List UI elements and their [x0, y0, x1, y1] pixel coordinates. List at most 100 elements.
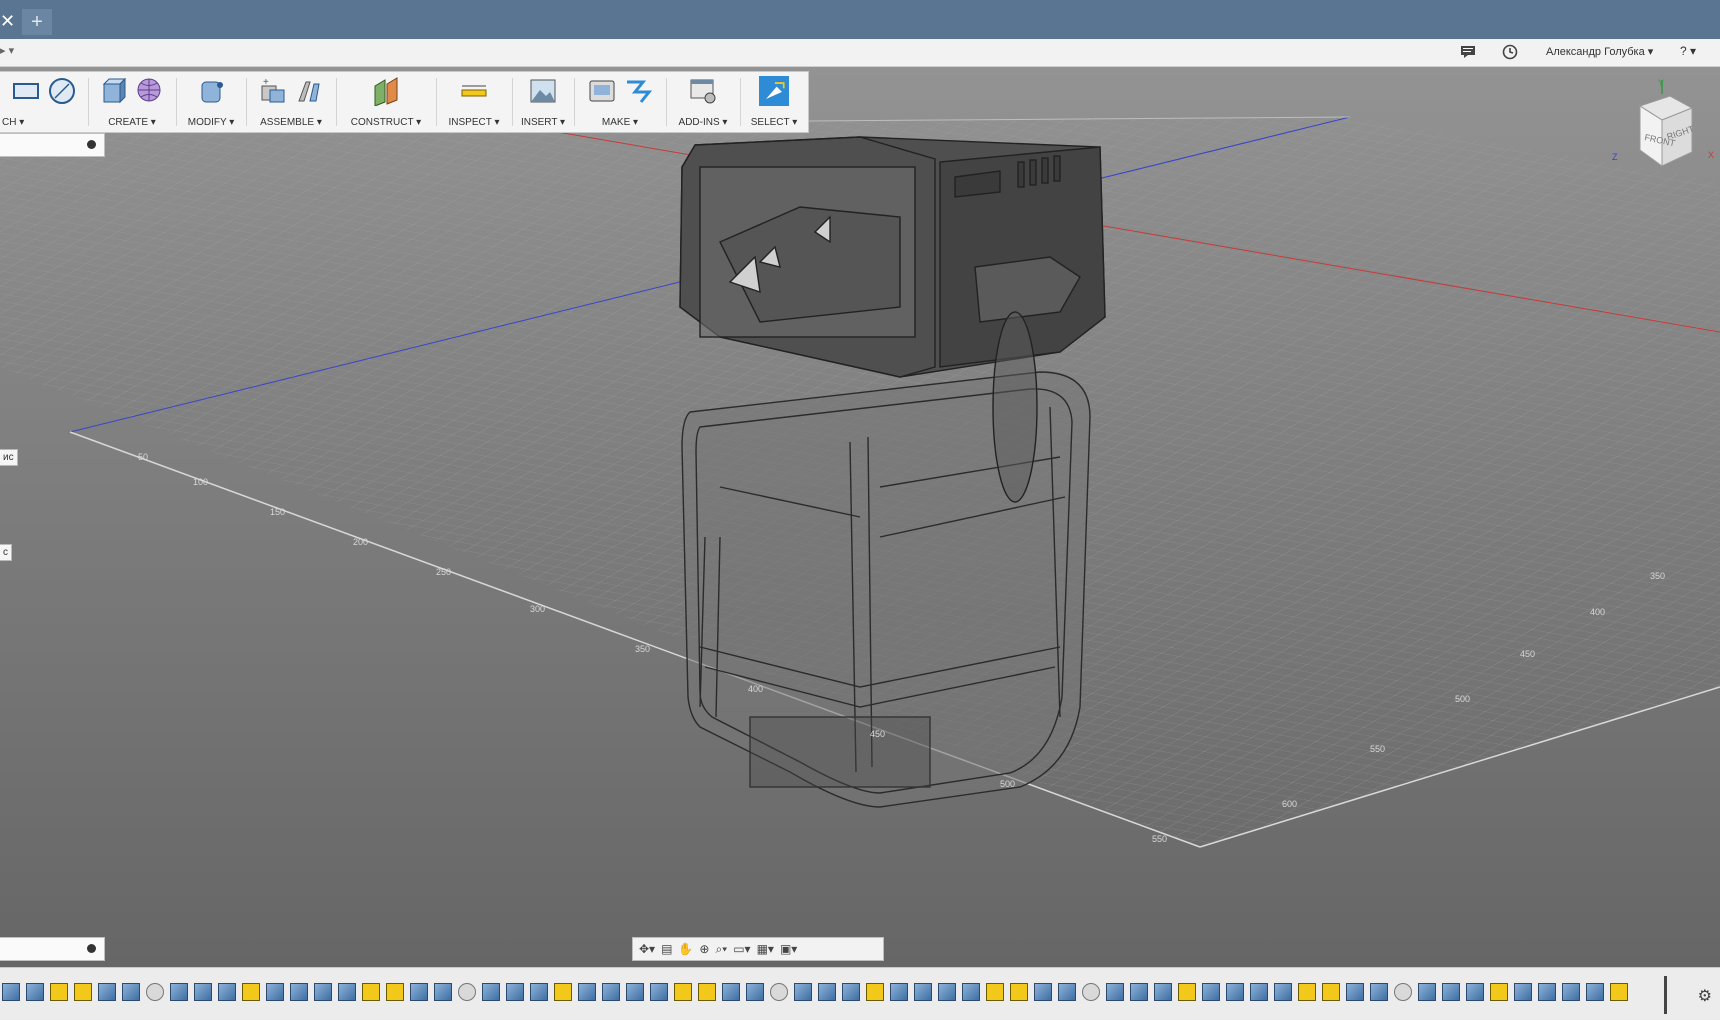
timeline-feature-icon[interactable]	[1082, 983, 1100, 1001]
timeline-feature-icon[interactable]	[1106, 983, 1124, 1001]
select-menu-label[interactable]: SELECT ▾	[742, 117, 806, 128]
timeline-feature-icon[interactable]	[1130, 983, 1148, 1001]
3d-print-icon[interactable]	[587, 76, 617, 106]
select-icon[interactable]	[759, 76, 789, 106]
timeline-feature-icon[interactable]	[578, 983, 596, 1001]
timeline-feature-icon[interactable]	[98, 983, 116, 1001]
add-ins-menu-label[interactable]: ADD-INS ▾	[668, 117, 738, 128]
display-settings-icon[interactable]: ▭▾	[733, 942, 750, 956]
make-group[interactable]: MAKE ▾	[576, 72, 664, 132]
timeline-feature-icon[interactable]	[362, 983, 380, 1001]
timeline-feature-icon[interactable]	[1010, 983, 1028, 1001]
modify-group[interactable]: MODIFY ▾	[178, 72, 244, 132]
inspect-menu-label[interactable]: INSPECT ▾	[438, 117, 510, 128]
timeline-feature-icon[interactable]	[26, 983, 44, 1001]
insert-group[interactable]: INSERT ▾	[514, 72, 572, 132]
timeline-feature-icon[interactable]	[746, 983, 764, 1001]
timeline-feature-icon[interactable]	[314, 983, 332, 1001]
timeline-feature-icon[interactable]	[458, 983, 476, 1001]
offset-plane-icon[interactable]	[371, 76, 401, 106]
assemble-group[interactable]: + ASSEMBLE ▾	[248, 72, 334, 132]
timeline-feature-icon[interactable]	[1586, 983, 1604, 1001]
timeline-feature-icon[interactable]	[218, 983, 236, 1001]
create-menu-label[interactable]: CREATE ▾	[90, 117, 174, 128]
timeline-feature-icon[interactable]	[842, 983, 860, 1001]
timeline-feature-icon[interactable]	[1250, 983, 1268, 1001]
timeline-feature-icon[interactable]	[1538, 983, 1556, 1001]
look-at-icon[interactable]: ▤	[661, 942, 672, 956]
view-cube[interactable]: FRONT RIGHT Y X Z	[1610, 78, 1720, 178]
timeline-feature-icon[interactable]	[914, 983, 932, 1001]
timeline-feature-icon[interactable]	[962, 983, 980, 1001]
toolpath-icon[interactable]	[623, 76, 653, 106]
timeline-feature-icon[interactable]	[1034, 983, 1052, 1001]
timeline-feature-icon[interactable]	[794, 983, 812, 1001]
sketch-group[interactable]: CH ▾	[0, 72, 88, 132]
timeline-feature-icon[interactable]	[1610, 983, 1628, 1001]
press-pull-icon[interactable]	[196, 76, 226, 106]
timeline-feature-icon[interactable]	[1346, 983, 1364, 1001]
timeline-feature-icon[interactable]	[818, 983, 836, 1001]
timeline-feature-icon[interactable]	[1514, 983, 1532, 1001]
new-tab-button[interactable]: +	[22, 9, 52, 35]
timeline-feature-icon[interactable]	[50, 983, 68, 1001]
timeline-feature-icon[interactable]	[1490, 983, 1508, 1001]
side-label-1[interactable]: ис	[0, 449, 18, 466]
timeline-feature-icon[interactable]	[290, 983, 308, 1001]
timeline-feature-icon[interactable]	[1370, 983, 1388, 1001]
timeline-feature-icon[interactable]	[1442, 983, 1460, 1001]
timeline-feature-icon[interactable]	[1418, 983, 1436, 1001]
timeline-feature-icon[interactable]	[938, 983, 956, 1001]
timeline-feature-icon[interactable]	[434, 983, 452, 1001]
timeline-feature-icon[interactable]	[1466, 983, 1484, 1001]
sketch-menu-label[interactable]: CH ▾	[0, 117, 88, 128]
timeline-feature-icon[interactable]	[266, 983, 284, 1001]
side-label-2[interactable]: с	[0, 544, 12, 561]
form-icon[interactable]	[135, 76, 165, 106]
make-menu-label[interactable]: MAKE ▾	[576, 117, 664, 128]
modify-menu-label[interactable]: MODIFY ▾	[178, 117, 244, 128]
timeline-feature-icon[interactable]	[242, 983, 260, 1001]
3d-viewport[interactable]: 50 100 150 200 250 300 350 400 450 500 5…	[0, 67, 1720, 967]
timeline-feature-icon[interactable]	[986, 983, 1004, 1001]
timeline-feature-icon[interactable]	[146, 983, 164, 1001]
construct-menu-label[interactable]: CONSTRUCT ▾	[338, 117, 434, 128]
timeline-feature-icon[interactable]	[890, 983, 908, 1001]
clock-icon[interactable]	[1502, 44, 1518, 60]
extrude-icon[interactable]	[99, 76, 129, 106]
insert-menu-label[interactable]: INSERT ▾	[514, 117, 572, 128]
new-component-icon[interactable]: +	[258, 76, 288, 106]
timeline-feature-icon[interactable]	[1394, 983, 1412, 1001]
pan-icon[interactable]: ✋	[678, 942, 693, 956]
rectangle-icon[interactable]	[11, 76, 41, 106]
timeline-feature-icon[interactable]	[1154, 983, 1172, 1001]
timeline-feature-icon[interactable]	[482, 983, 500, 1001]
zoom-icon[interactable]: ⊕	[699, 942, 709, 956]
timeline-feature-icon[interactable]	[506, 983, 524, 1001]
viewports-icon[interactable]: ▣▾	[780, 942, 797, 956]
timeline-feature-icon[interactable]	[1274, 983, 1292, 1001]
assemble-menu-label[interactable]: ASSEMBLE ▾	[248, 117, 334, 128]
inspect-group[interactable]: INSPECT ▾	[438, 72, 510, 132]
scripts-icon[interactable]	[688, 76, 718, 106]
timeline-feature-icon[interactable]	[410, 983, 428, 1001]
timeline-feature-icon[interactable]	[2, 983, 20, 1001]
create-group[interactable]: CREATE ▾	[90, 72, 174, 132]
timeline-features[interactable]	[2, 983, 1652, 1005]
construct-group[interactable]: CONSTRUCT ▾	[338, 72, 434, 132]
select-group[interactable]: SELECT ▾	[742, 72, 806, 132]
timeline-feature-icon[interactable]	[1322, 983, 1340, 1001]
circle-icon[interactable]	[47, 76, 77, 106]
measure-icon[interactable]	[459, 76, 489, 106]
comments-panel[interactable]	[0, 937, 105, 961]
timeline-feature-icon[interactable]	[674, 983, 692, 1001]
timeline-feature-icon[interactable]	[530, 983, 548, 1001]
timeline-feature-icon[interactable]	[194, 983, 212, 1001]
panel-expand-icon[interactable]	[87, 944, 96, 953]
panel-collapse-icon[interactable]	[87, 140, 96, 149]
timeline-feature-icon[interactable]	[1178, 983, 1196, 1001]
add-ins-group[interactable]: ADD-INS ▾	[668, 72, 738, 132]
timeline-feature-icon[interactable]	[770, 983, 788, 1001]
joint-icon[interactable]	[294, 76, 324, 106]
timeline-feature-icon[interactable]	[722, 983, 740, 1001]
